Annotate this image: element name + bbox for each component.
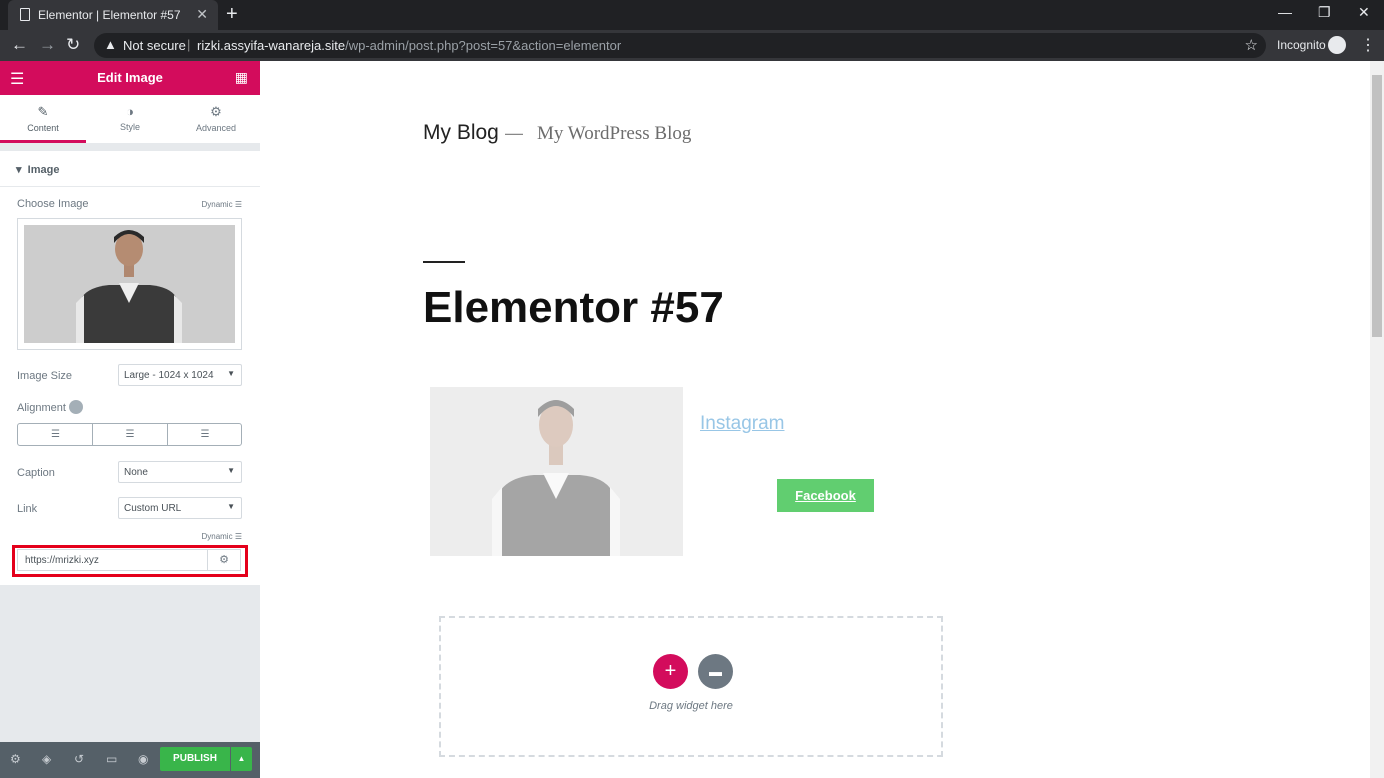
section-title: Image: [27, 164, 60, 176]
add-section-dropzone[interactable]: + ▬ Drag widget here: [439, 616, 943, 757]
publish-options-caret-icon[interactable]: ▲: [231, 747, 252, 771]
link-url-input[interactable]: https://mrizki.xyz ⚙: [17, 549, 241, 571]
browser-toolbar: ← → ↻ ▲ Not secure | rizki.assyifa-wanar…: [0, 30, 1384, 61]
back-button[interactable]: ←: [11, 35, 28, 55]
select-value: Custom URL: [124, 503, 182, 514]
address-bar[interactable]: ▲ Not secure | rizki.assyifa-wanareja.si…: [94, 33, 1266, 58]
chevron-down-icon: ▼: [227, 466, 235, 475]
history-icon[interactable]: ↺: [74, 752, 84, 766]
contrast-icon: ◑: [126, 104, 134, 119]
incognito-icon[interactable]: [1328, 36, 1346, 54]
warning-icon: ▲: [104, 37, 117, 52]
link-options-gear-icon[interactable]: ⚙: [207, 550, 240, 570]
tab-label: Style: [119, 122, 140, 132]
image-widget[interactable]: [430, 387, 683, 556]
caret-down-icon: ▾: [16, 164, 22, 176]
caption-select[interactable]: None ▼: [118, 461, 242, 483]
panel-title: Edit Image: [97, 70, 163, 85]
choose-image-label: Choose Image: [17, 198, 89, 210]
link-select[interactable]: Custom URL ▼: [118, 497, 242, 519]
url-host: rizki.assyifa-wanareja.site: [197, 38, 346, 53]
tab-close-icon[interactable]: ✕: [196, 6, 208, 23]
database-icon: ☰: [234, 200, 242, 209]
tab-advanced[interactable]: ⚙ Advanced: [173, 95, 259, 143]
alignment-label: Alignment: [17, 402, 66, 414]
url-dynamic-tags-button[interactable]: Dynamic ☰: [201, 532, 242, 541]
restore-button[interactable]: ❐: [1318, 4, 1331, 21]
template-library-folder-icon[interactable]: ▬: [698, 654, 733, 689]
site-title[interactable]: My Blog: [423, 121, 499, 145]
minimize-button[interactable]: —: [1278, 4, 1292, 20]
image-size-select[interactable]: Large - 1024 x 1024 ▼: [118, 364, 242, 386]
add-section-plus-icon[interactable]: +: [653, 654, 688, 689]
tab-style[interactable]: ◑ Style: [87, 95, 173, 143]
page-preview: My Blog — My WordPress Blog Elementor #5…: [260, 61, 1370, 778]
url-path: /wp-admin/post.php?post=57&action=elemen…: [345, 38, 622, 53]
drag-widget-text: Drag widget here: [649, 700, 733, 712]
tab-label: Content: [27, 123, 59, 133]
panel-footer: ⚙ ◈ ↺ ▭ ◉ PUBLISH ▲: [0, 742, 260, 778]
tab-label: Advanced: [195, 123, 237, 133]
site-tagline: My WordPress Blog: [537, 123, 692, 144]
chevron-down-icon: ▼: [227, 369, 235, 378]
image-size-label: Image Size: [17, 370, 73, 382]
portrait-image: [430, 387, 683, 556]
page-icon: [20, 8, 30, 21]
chevron-down-icon: ▼: [227, 502, 235, 511]
post-title: Elementor #57: [423, 283, 724, 332]
panel-header: ☰ Edit Image ▦: [0, 61, 260, 95]
align-center-button[interactable]: ☰: [92, 424, 167, 445]
panel-tabs: ✎ Content ◑ Style ⚙ Advanced: [0, 95, 260, 143]
security-label: Not secure: [123, 38, 186, 53]
preview-eye-icon[interactable]: ◉: [138, 752, 148, 766]
dynamic-tags-button[interactable]: Dynamic ☰: [201, 200, 242, 209]
incognito-label: Incognito: [1277, 38, 1326, 52]
section-toggle[interactable]: ▾ Image: [16, 163, 59, 176]
align-right-button[interactable]: ☰: [167, 424, 242, 445]
select-value: Large - 1024 x 1024: [124, 370, 214, 381]
url-input-value[interactable]: https://mrizki.xyz: [25, 555, 99, 566]
reload-button[interactable]: ↻: [66, 35, 80, 55]
tab-content[interactable]: ✎ Content: [0, 95, 86, 143]
instagram-link[interactable]: Instagram: [700, 413, 784, 435]
facebook-button[interactable]: Facebook: [777, 479, 874, 512]
page-scrollbar[interactable]: [1370, 61, 1384, 778]
bookmark-star-icon[interactable]: ☆: [1245, 36, 1258, 54]
settings-gear-icon[interactable]: ⚙: [10, 752, 21, 766]
browser-tab[interactable]: Elementor | Elementor #57 ✕: [8, 0, 218, 30]
align-left-button[interactable]: ☰: [18, 424, 93, 445]
publish-button[interactable]: PUBLISH: [160, 747, 230, 771]
title-separator: —: [505, 123, 523, 143]
browser-menu-icon[interactable]: ⋮: [1360, 35, 1376, 55]
dynamic-label: Dynamic: [201, 532, 233, 541]
new-tab-button[interactable]: +: [226, 3, 238, 26]
image-section: ▾ Image Choose Image Dynamic ☰ Image Siz…: [0, 151, 260, 585]
image-picker[interactable]: [17, 218, 242, 350]
elementor-panel: ☰ Edit Image ▦ ✎ Content ◑ Style ⚙ Advan…: [0, 61, 260, 778]
scrollbar-thumb[interactable]: [1372, 75, 1382, 337]
link-label: Link: [17, 503, 38, 515]
caption-label: Caption: [17, 467, 55, 479]
gear-icon: ⚙: [210, 104, 222, 119]
divider: [423, 261, 465, 263]
window-close-button[interactable]: ✕: [1358, 4, 1370, 21]
responsive-device-icon[interactable]: [69, 400, 83, 414]
tab-title: Elementor | Elementor #57: [38, 8, 181, 22]
database-icon: ☰: [234, 532, 242, 541]
portrait-image: [24, 225, 235, 343]
widgets-grid-icon[interactable]: ▦: [235, 69, 248, 86]
pencil-icon: ✎: [37, 104, 49, 119]
alignment-control: ☰ ☰ ☰: [17, 423, 242, 446]
forward-button[interactable]: →: [39, 35, 56, 55]
image-thumbnail: [24, 225, 235, 343]
dynamic-label: Dynamic: [201, 200, 233, 209]
browser-tab-bar: Elementor | Elementor #57 ✕ + — ❐ ✕: [0, 0, 1384, 30]
navigator-layers-icon[interactable]: ◈: [42, 752, 51, 766]
select-value: None: [124, 467, 148, 478]
url-text[interactable]: rizki.assyifa-wanareja.site/wp-admin/pos…: [197, 38, 621, 53]
responsive-mode-icon[interactable]: ▭: [106, 752, 117, 766]
divider: [0, 186, 260, 187]
divider: |: [187, 37, 191, 52]
